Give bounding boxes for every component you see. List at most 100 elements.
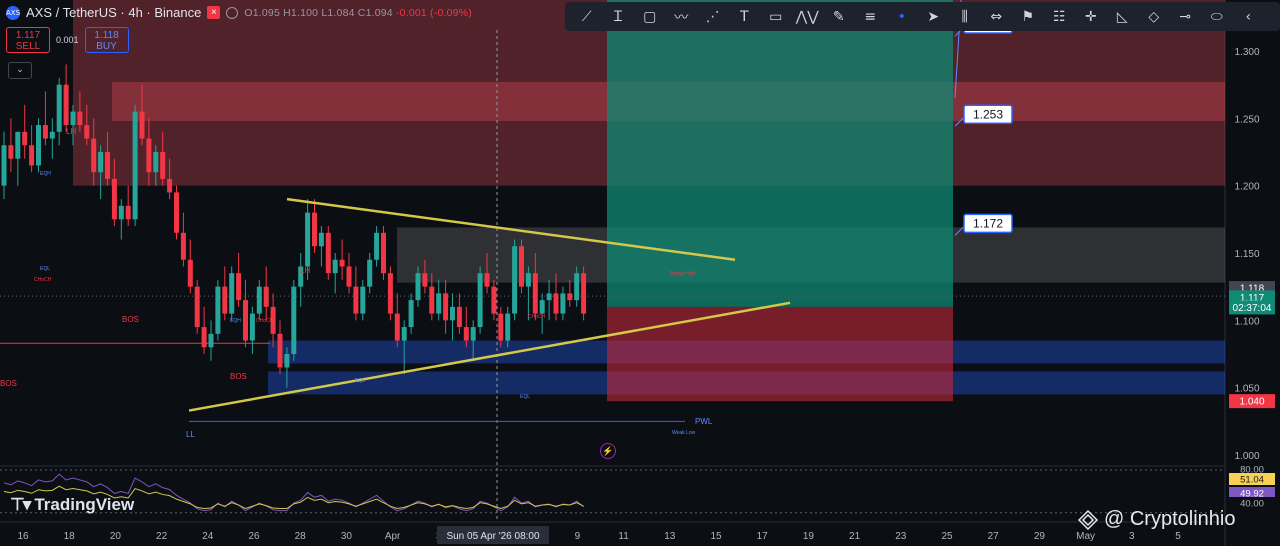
range-icon[interactable]: ⇔	[981, 5, 1013, 29]
candle-body	[456, 306, 462, 328]
smc-label: Weak Low	[672, 430, 696, 436]
symbol-title[interactable]: AXS / TetherUS · 4h · Binance	[26, 5, 201, 20]
author-watermark: @ Cryptolinhio	[1078, 508, 1235, 531]
time-tick-label: 15	[710, 531, 722, 542]
candle-body	[394, 313, 400, 341]
price-tick-label: 1.200	[1234, 182, 1259, 193]
candle-body	[256, 286, 262, 314]
candle-body	[539, 300, 545, 314]
flag-icon[interactable]: ⚑	[1012, 5, 1044, 29]
candle-body	[153, 151, 159, 173]
candle-body	[8, 145, 14, 159]
visibility-icon[interactable]	[226, 6, 239, 19]
symbol-icon[interactable]: AXS	[6, 5, 20, 20]
candle-body	[132, 111, 138, 220]
rectangle-icon[interactable]: ▢	[634, 5, 666, 29]
watermark-logo-icon	[1078, 509, 1098, 530]
fib-icon[interactable]: ≡	[855, 5, 887, 29]
candle-body	[436, 293, 442, 314]
candle	[36, 118, 41, 173]
triangle-icon[interactable]: ◺	[1107, 5, 1139, 29]
candle-body	[111, 178, 117, 220]
lightning-icon[interactable]: ⚡	[600, 443, 616, 459]
candle-body	[532, 273, 538, 314]
time-tick-label: 13	[664, 531, 676, 542]
candle-body	[160, 151, 166, 179]
candle-body	[1, 145, 7, 186]
rsi-label: 40.00	[1240, 499, 1264, 510]
path-icon[interactable]: 〰	[666, 5, 698, 29]
candle-body	[118, 205, 124, 220]
bars-pattern-icon[interactable]: ⫼	[949, 5, 981, 29]
candle-body	[29, 145, 35, 166]
candle-body	[374, 232, 380, 260]
buy-button[interactable]: 1.118 BUY	[84, 27, 129, 53]
cursor-icon[interactable]: ➤	[918, 5, 950, 29]
candle	[477, 266, 483, 334]
candle-body	[222, 286, 228, 314]
candle-body	[505, 313, 511, 341]
candle-body	[174, 192, 179, 233]
candle-body	[318, 232, 324, 247]
price-tick-label: 1.150	[1234, 249, 1259, 260]
time-tick-label: 3	[1129, 531, 1135, 542]
candle-body	[49, 131, 55, 139]
candle-body	[125, 205, 131, 220]
crosshair-icon[interactable]: ✛	[1075, 5, 1107, 29]
dot-icon[interactable]: •	[886, 5, 918, 29]
low-value: L1.084	[321, 6, 355, 19]
candle-body	[408, 300, 414, 328]
candle-body	[305, 212, 311, 267]
smc-label: EQH	[230, 318, 241, 324]
candle-body	[180, 232, 186, 260]
chevron-icon[interactable]: ‹	[1233, 5, 1265, 29]
candle-body	[463, 327, 469, 341]
price-tick-label: 1.250	[1234, 114, 1259, 125]
ohlc-values: O1.095 H1.100 L1.084 C1.094 -0.001 (-0.0…	[244, 7, 472, 19]
smc-label: CHoCH	[528, 314, 546, 320]
candle-body	[581, 273, 587, 314]
sell-label: SELL	[15, 41, 41, 52]
candle-body	[401, 327, 407, 341]
arrow-line-icon[interactable]: ⊸	[1170, 5, 1202, 29]
time-tick-label: 23	[895, 531, 907, 542]
time-tick-label: 9	[575, 531, 581, 542]
table-icon[interactable]: ☷	[1044, 5, 1076, 29]
trade-panel: 1.117 SELL 0.001 1.118 BUY	[6, 27, 129, 53]
candle-body	[291, 286, 297, 354]
candle-body	[84, 125, 90, 139]
candle-body	[208, 333, 214, 348]
candle-body	[312, 212, 317, 247]
time-tick-label: Apr	[385, 531, 401, 542]
time-tick-label: 20	[110, 531, 122, 542]
shape-icon[interactable]: ◇	[1138, 5, 1170, 29]
brush-icon[interactable]: ✎	[823, 5, 855, 29]
price-tick-label: 1.000	[1234, 451, 1259, 462]
time-tick-label: 26	[248, 531, 260, 542]
collapse-legend-button[interactable]: ⌄	[8, 62, 32, 79]
sell-button[interactable]: 1.117 SELL	[6, 27, 50, 53]
time-tick-label: 22	[156, 531, 168, 542]
pitchfork-icon[interactable]: ⋰	[697, 5, 729, 29]
candle-body	[22, 131, 28, 146]
time-tick-label: 17	[757, 531, 769, 542]
time-tick-label: 27	[988, 531, 1000, 542]
text-icon[interactable]: T	[729, 5, 761, 29]
time-tick-label: 18	[64, 531, 76, 542]
pattern-icon[interactable]: ⋀⋁	[792, 5, 824, 29]
candle-body	[381, 232, 386, 274]
vertical-line-icon[interactable]: Ꮖ	[603, 5, 635, 29]
close-icon[interactable]: ×	[207, 6, 221, 19]
candle-body	[553, 293, 559, 314]
chart-canvas[interactable]: LH LH EQH LL BOS PWL Weak Low CHoCH EQL Strong Hi…	[0, 0, 1280, 546]
ellipse-icon[interactable]: ⬭	[1201, 5, 1233, 29]
candle-body	[415, 273, 421, 301]
candle-body	[360, 286, 366, 314]
smc-label: CHoCH	[34, 277, 52, 283]
callout-icon[interactable]: ▭	[760, 5, 792, 29]
candle-body	[546, 293, 552, 301]
time-tick-label: 30	[341, 531, 353, 542]
time-tick-label: 19	[803, 531, 815, 542]
candle-body	[77, 111, 83, 126]
trend-line-icon[interactable]: ⟋	[571, 5, 603, 29]
